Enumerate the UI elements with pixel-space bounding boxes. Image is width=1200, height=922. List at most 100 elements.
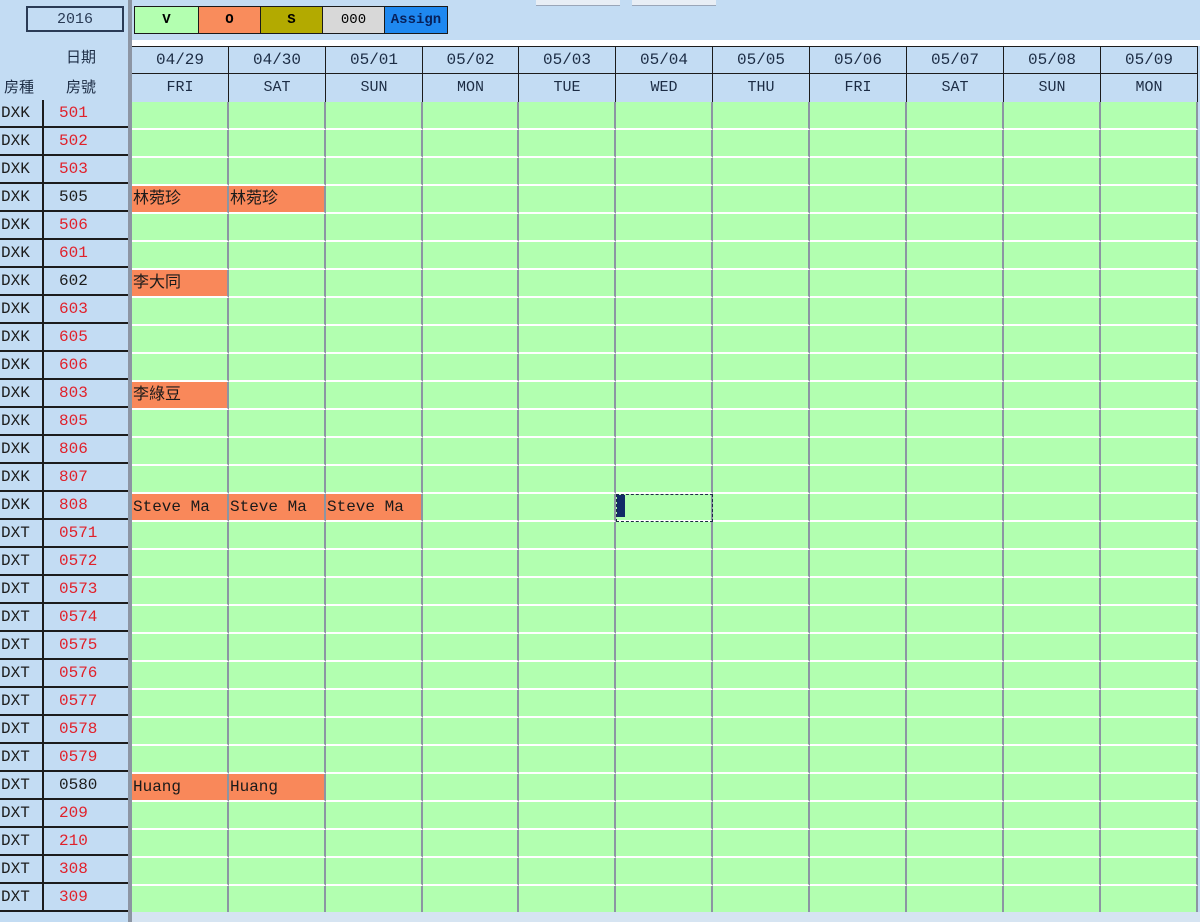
booking-cell[interactable] bbox=[907, 214, 1004, 242]
booking-cell[interactable] bbox=[423, 522, 519, 550]
booking-cell[interactable] bbox=[519, 270, 616, 298]
booking-cell[interactable] bbox=[519, 886, 616, 914]
booking-cell[interactable] bbox=[713, 466, 810, 494]
day-header[interactable]: 05/06 FRI bbox=[810, 46, 907, 102]
window-tab-2[interactable] bbox=[632, 0, 716, 6]
legend-vacant-button[interactable]: V bbox=[135, 7, 199, 33]
room-row[interactable]: DXT 308 bbox=[0, 856, 128, 884]
room-row[interactable]: DXK 807 bbox=[0, 464, 128, 492]
booking-cell[interactable] bbox=[326, 354, 423, 382]
booking-cell[interactable] bbox=[907, 270, 1004, 298]
booking-cell[interactable] bbox=[1004, 746, 1101, 774]
booking-cell-occupied[interactable]: 林菀珍 bbox=[229, 186, 326, 214]
booking-cell[interactable] bbox=[810, 886, 907, 914]
booking-cell[interactable] bbox=[1101, 634, 1198, 662]
booking-cell[interactable] bbox=[229, 802, 326, 830]
room-row[interactable]: DXT 0576 bbox=[0, 660, 128, 688]
day-header[interactable]: 05/08 SUN bbox=[1004, 46, 1101, 102]
booking-cell[interactable] bbox=[423, 354, 519, 382]
booking-cell[interactable] bbox=[519, 410, 616, 438]
room-number-cell[interactable]: 601 bbox=[46, 240, 128, 266]
booking-cell[interactable] bbox=[519, 606, 616, 634]
room-number-cell[interactable]: 0574 bbox=[46, 604, 128, 630]
booking-cell[interactable] bbox=[810, 466, 907, 494]
room-row[interactable]: DXK 806 bbox=[0, 436, 128, 464]
booking-cell[interactable] bbox=[713, 242, 810, 270]
booking-cell[interactable] bbox=[132, 242, 229, 270]
booking-cell[interactable] bbox=[1101, 494, 1198, 522]
booking-cell[interactable] bbox=[1004, 410, 1101, 438]
room-number-cell[interactable]: 502 bbox=[46, 128, 128, 154]
booking-cell[interactable] bbox=[519, 186, 616, 214]
booking-cell[interactable] bbox=[713, 886, 810, 914]
room-row[interactable]: DXT 0577 bbox=[0, 688, 128, 716]
room-number-cell[interactable]: 0580 bbox=[46, 772, 128, 798]
booking-cell[interactable] bbox=[907, 830, 1004, 858]
booking-cell[interactable] bbox=[423, 102, 519, 130]
booking-cell[interactable] bbox=[907, 326, 1004, 354]
room-row[interactable]: DXK 506 bbox=[0, 212, 128, 240]
booking-cell[interactable] bbox=[713, 270, 810, 298]
booking-cell[interactable] bbox=[229, 634, 326, 662]
booking-cell[interactable] bbox=[519, 662, 616, 690]
room-number-cell[interactable]: 309 bbox=[46, 884, 128, 910]
day-header[interactable]: 04/30 SAT bbox=[229, 46, 326, 102]
booking-cell[interactable] bbox=[423, 550, 519, 578]
booking-cell[interactable] bbox=[810, 494, 907, 522]
booking-cell[interactable] bbox=[616, 326, 713, 354]
booking-cell[interactable] bbox=[326, 662, 423, 690]
booking-cell[interactable] bbox=[423, 858, 519, 886]
booking-cell[interactable] bbox=[1101, 774, 1198, 802]
year-field[interactable]: 2016 bbox=[26, 6, 124, 32]
booking-cell[interactable] bbox=[326, 158, 423, 186]
room-number-cell[interactable]: 803 bbox=[46, 380, 128, 406]
booking-cell[interactable] bbox=[713, 354, 810, 382]
booking-cell[interactable] bbox=[132, 438, 229, 466]
booking-cell[interactable] bbox=[423, 746, 519, 774]
room-row[interactable]: DXK 603 bbox=[0, 296, 128, 324]
room-number-cell[interactable]: 0573 bbox=[46, 576, 128, 602]
booking-cell[interactable] bbox=[326, 578, 423, 606]
booking-cell[interactable] bbox=[616, 690, 713, 718]
booking-cell[interactable] bbox=[907, 578, 1004, 606]
booking-cell[interactable] bbox=[326, 858, 423, 886]
room-number-cell[interactable]: 210 bbox=[46, 828, 128, 854]
day-header[interactable]: 04/29 FRI bbox=[132, 46, 229, 102]
booking-cell[interactable] bbox=[326, 522, 423, 550]
booking-cell[interactable] bbox=[616, 494, 713, 522]
booking-cell[interactable] bbox=[1004, 438, 1101, 466]
booking-cell[interactable] bbox=[326, 746, 423, 774]
booking-cell[interactable] bbox=[1004, 550, 1101, 578]
room-row[interactable]: DXT 0571 bbox=[0, 520, 128, 548]
room-number-cell[interactable]: 0576 bbox=[46, 660, 128, 686]
booking-cell[interactable] bbox=[423, 662, 519, 690]
room-number-cell[interactable]: 602 bbox=[46, 268, 128, 294]
booking-cell[interactable] bbox=[326, 186, 423, 214]
room-row[interactable]: DXK 808 bbox=[0, 492, 128, 520]
booking-cell[interactable] bbox=[519, 522, 616, 550]
booking-cell[interactable] bbox=[326, 214, 423, 242]
booking-cell[interactable] bbox=[713, 102, 810, 130]
booking-cell[interactable] bbox=[1101, 718, 1198, 746]
booking-cell[interactable] bbox=[907, 466, 1004, 494]
booking-cell[interactable] bbox=[423, 186, 519, 214]
booking-cell[interactable] bbox=[519, 746, 616, 774]
room-number-cell[interactable]: 805 bbox=[46, 408, 128, 434]
booking-cell[interactable] bbox=[810, 606, 907, 634]
booking-cell[interactable] bbox=[1004, 102, 1101, 130]
room-number-cell[interactable]: 209 bbox=[46, 800, 128, 826]
booking-cell[interactable] bbox=[229, 130, 326, 158]
day-header[interactable]: 05/09 MON bbox=[1101, 46, 1198, 102]
booking-cell[interactable] bbox=[1004, 130, 1101, 158]
booking-cell[interactable] bbox=[810, 522, 907, 550]
booking-cell[interactable] bbox=[616, 774, 713, 802]
booking-cell[interactable] bbox=[810, 158, 907, 186]
booking-cell[interactable] bbox=[810, 802, 907, 830]
window-tab-1[interactable] bbox=[536, 0, 620, 6]
room-row[interactable]: DXT 0578 bbox=[0, 716, 128, 744]
booking-cell[interactable] bbox=[423, 886, 519, 914]
booking-cell[interactable] bbox=[907, 858, 1004, 886]
booking-cell[interactable] bbox=[1101, 690, 1198, 718]
booking-cell[interactable] bbox=[1004, 718, 1101, 746]
booking-cell[interactable] bbox=[1004, 886, 1101, 914]
